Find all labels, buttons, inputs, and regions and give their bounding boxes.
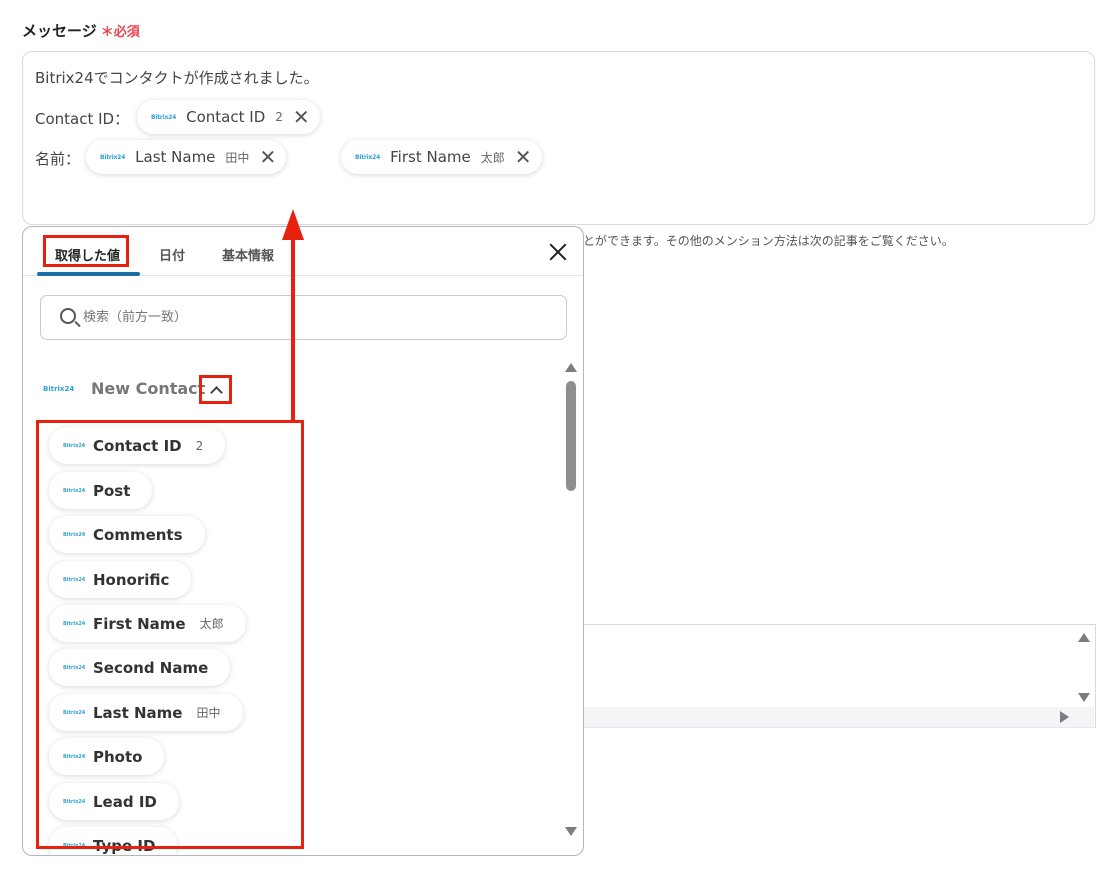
tab-date[interactable]: 日付: [159, 245, 185, 264]
variable-chip-first-name[interactable]: Bitrix24 First Name 太郎 ✕: [341, 140, 542, 174]
message-line-1: Bitrix24でコンタクトが作成されました。: [35, 69, 319, 87]
search-box: [40, 295, 567, 340]
annotation-arrow-shaft: [291, 238, 295, 421]
chip-label: Last Name: [135, 148, 216, 166]
highlight-box-list: [36, 420, 304, 849]
active-tab-indicator: [37, 272, 140, 276]
message-textarea[interactable]: Bitrix24でコンタクトが作成されました。 Contact ID： 名前： …: [22, 51, 1095, 225]
annotation-arrow-up-icon: [282, 209, 304, 240]
list-scrollbar[interactable]: [563, 363, 579, 839]
group-title: New Contact: [91, 379, 206, 398]
scroll-down-icon[interactable]: [1078, 693, 1090, 702]
required-badge: ＊必須: [100, 25, 140, 40]
bitrix24-logo-icon: Bitrix24: [100, 153, 126, 161]
scroll-thumb[interactable]: [566, 381, 576, 491]
remove-chip-icon[interactable]: ✕: [515, 147, 532, 167]
scroll-up-icon[interactable]: [1078, 633, 1090, 642]
horizontal-scrollbar[interactable]: [584, 707, 1094, 727]
chip-label: First Name: [390, 148, 471, 166]
group-header-new-contact[interactable]: Bitrix24 New Contact: [43, 379, 205, 398]
message-line-3-label: 名前：: [35, 150, 81, 168]
scroll-down-icon[interactable]: [565, 827, 577, 836]
scroll-up-icon[interactable]: [565, 363, 577, 372]
secondary-textarea[interactable]: [584, 624, 1096, 728]
highlight-box-chevron: [199, 375, 232, 404]
chip-value: 2: [275, 110, 283, 124]
remove-chip-icon[interactable]: ✕: [293, 107, 310, 127]
bitrix24-logo-icon: Bitrix24: [43, 384, 75, 393]
secondary-textarea-content[interactable]: [584, 625, 1074, 707]
search-icon: [60, 308, 76, 324]
variable-chip-contact-id[interactable]: Bitrix24 Contact ID 2 ✕: [137, 100, 320, 134]
chip-value: 太郎: [480, 150, 505, 165]
highlight-box-tab: [43, 235, 129, 267]
variable-chip-last-name[interactable]: Bitrix24 Last Name 田中 ✕: [86, 140, 287, 174]
bitrix24-logo-icon: Bitrix24: [151, 113, 177, 121]
close-icon[interactable]: [547, 241, 569, 263]
message-line-2-label: Contact ID：: [35, 110, 130, 128]
chip-value: 田中: [225, 150, 250, 165]
bitrix24-logo-icon: Bitrix24: [355, 153, 381, 161]
chip-label: Contact ID: [186, 108, 266, 126]
search-input[interactable]: [83, 296, 553, 339]
tab-basic-info[interactable]: 基本情報: [222, 245, 274, 264]
mention-hint-text: とができます。その他のメンション方法は次の記事をご覧ください。: [583, 234, 954, 248]
remove-chip-icon[interactable]: ✕: [259, 147, 276, 167]
message-field-label: メッセージ ＊必須: [22, 22, 140, 40]
scroll-right-icon[interactable]: [1060, 711, 1069, 723]
